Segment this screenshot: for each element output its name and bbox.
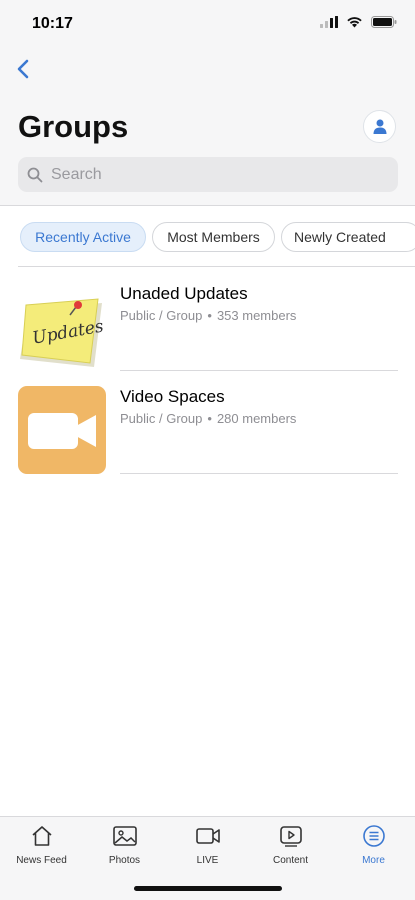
play-icon xyxy=(278,823,304,849)
tab-news-feed[interactable]: News Feed xyxy=(0,823,83,873)
row-divider xyxy=(120,473,398,474)
filter-chip-recently-active[interactable]: Recently Active xyxy=(20,222,146,252)
tab-label: More xyxy=(362,855,385,866)
video-camera-thumbnail xyxy=(18,386,106,474)
chevron-left-icon xyxy=(17,59,29,79)
tab-photos[interactable]: Photos xyxy=(83,823,166,873)
tab-label: LIVE xyxy=(196,855,219,866)
group-thumbnail: Updates xyxy=(18,283,106,371)
battery-icon xyxy=(371,16,397,28)
tab-live[interactable]: LIVE xyxy=(166,823,249,873)
tab-label: Photos xyxy=(108,855,141,866)
separator-dot: • xyxy=(207,411,212,426)
signal-icon xyxy=(320,16,338,28)
back-button[interactable] xyxy=(12,56,34,82)
profile-button[interactable] xyxy=(363,110,396,143)
header-divider xyxy=(0,205,415,206)
filter-chip-label: Newly Created xyxy=(294,229,386,245)
filter-chip-label: Most Members xyxy=(167,229,260,245)
tab-more[interactable]: More xyxy=(332,823,415,873)
person-icon xyxy=(373,119,386,134)
tab-content[interactable]: Content xyxy=(249,823,332,873)
tab-label: News Feed xyxy=(16,855,67,866)
filter-chips: Recently Active Most Members Newly Creat… xyxy=(0,222,415,253)
home-indicator xyxy=(134,886,282,891)
separator-dot: • xyxy=(207,308,212,323)
search-input[interactable] xyxy=(51,165,371,184)
home-icon xyxy=(29,823,55,849)
group-name: Unaded Updates xyxy=(120,284,248,303)
group-member-count: 280 members xyxy=(216,411,297,426)
filter-chip-label: Recently Active xyxy=(35,229,131,245)
filter-chip-most-members[interactable]: Most Members xyxy=(152,222,275,252)
search-icon xyxy=(26,166,44,184)
sticky-note-image: Updates xyxy=(20,298,105,367)
menu-icon xyxy=(361,823,387,849)
group-thumbnail xyxy=(18,386,106,474)
status-bar: 10:17 xyxy=(0,0,415,50)
tab-label: Content xyxy=(272,855,309,866)
group-visibility: Public / Group xyxy=(120,308,203,323)
video-camera-icon xyxy=(195,823,221,849)
page-title: Groups xyxy=(18,109,129,144)
wifi-icon xyxy=(347,17,362,28)
group-member-count: 353 members xyxy=(216,308,297,323)
filter-chip-newly-created[interactable]: Newly Created xyxy=(281,222,415,252)
header: Groups xyxy=(0,50,415,205)
group-name: Video Spaces xyxy=(120,387,225,406)
search-bar[interactable] xyxy=(18,157,398,192)
status-time: 10:17 xyxy=(32,15,73,32)
group-meta: Public / Group • 353 members xyxy=(120,308,296,323)
photos-icon xyxy=(112,823,138,849)
group-row-video-spaces[interactable]: Video Spaces Public / Group • 280 members xyxy=(0,370,415,474)
group-meta: Public / Group • 280 members xyxy=(120,411,296,426)
group-visibility: Public / Group xyxy=(120,411,203,426)
status-icons xyxy=(320,16,397,28)
group-row-unaded-updates[interactable]: Updates Unaded Updates Public / Group • 35… xyxy=(0,267,415,371)
